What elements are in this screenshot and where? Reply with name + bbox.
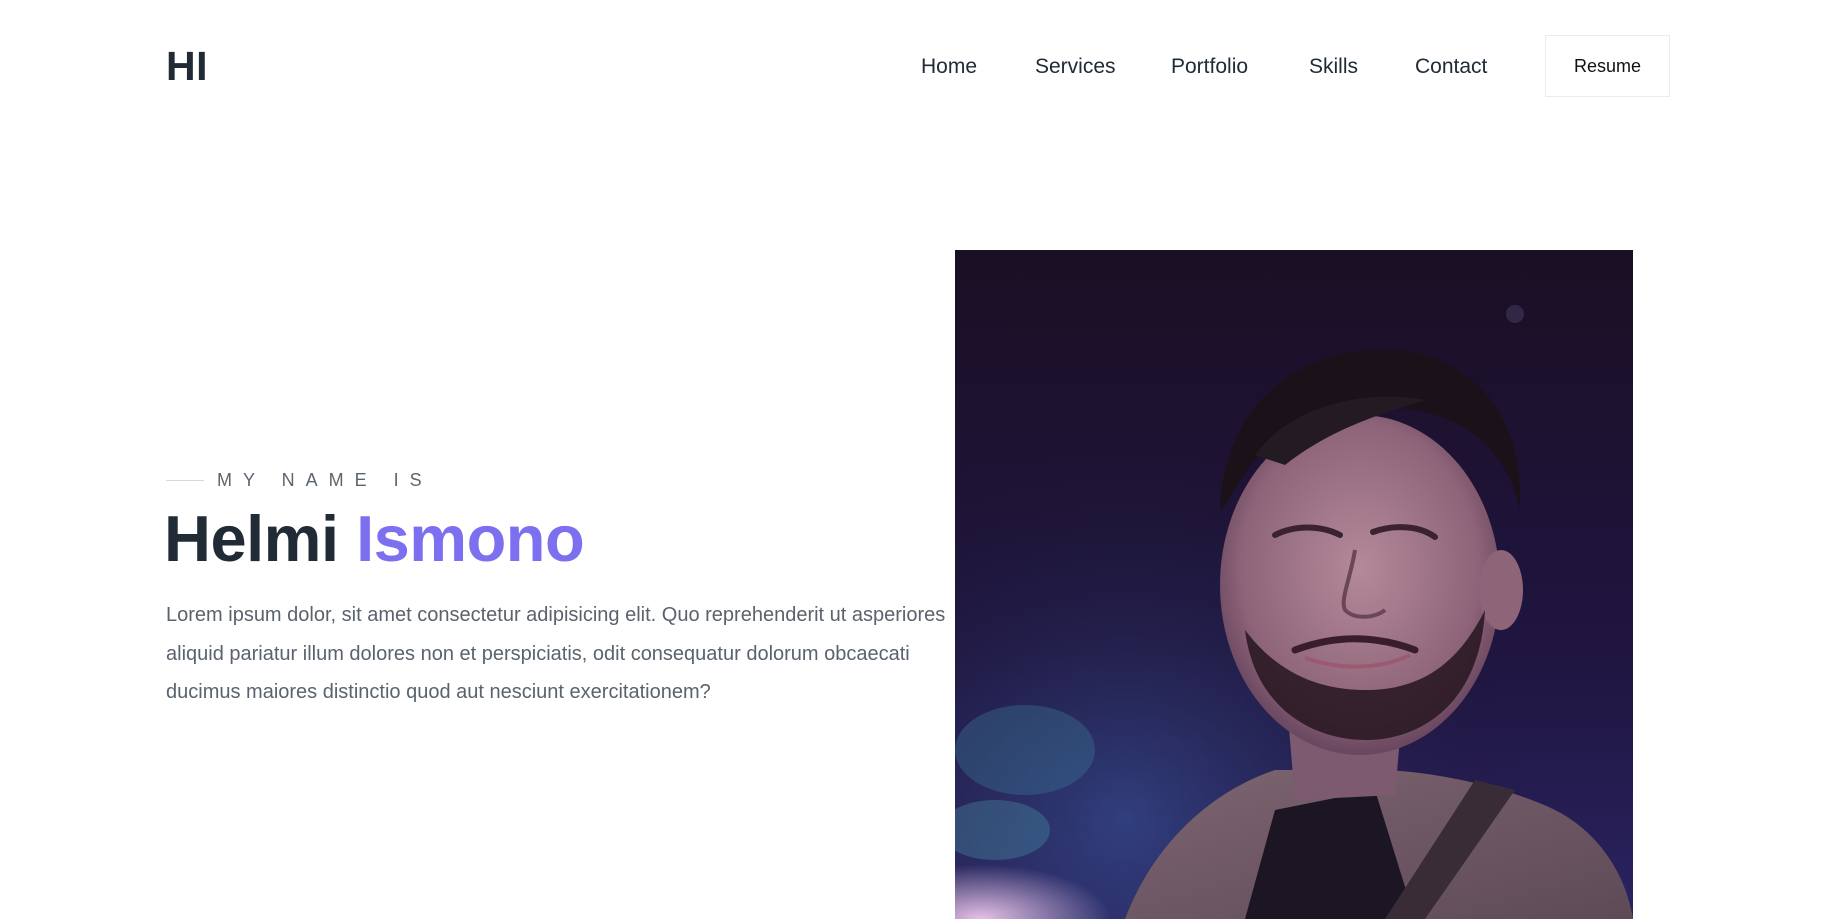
first-name: Helmi xyxy=(164,502,339,575)
hero-name: Helmi Ismono xyxy=(164,502,585,575)
last-name: Ismono xyxy=(356,502,585,575)
eyebrow-divider xyxy=(166,479,204,481)
eyebrow: MY NAME IS xyxy=(166,470,433,490)
site-logo[interactable]: HI xyxy=(166,46,208,87)
nav-item-contact[interactable]: Contact xyxy=(1415,55,1487,79)
page: HI Home Services Portfolio Skills Contac… xyxy=(0,0,1824,919)
profile-photo xyxy=(955,250,1633,919)
eyebrow-text: MY NAME IS xyxy=(217,470,433,490)
profile-photo-illustration xyxy=(955,250,1633,919)
hero-bio: Lorem ipsum dolor, sit amet consectetur … xyxy=(166,604,946,703)
resume-button[interactable]: Resume xyxy=(1545,35,1670,97)
site-header: HI Home Services Portfolio Skills Contac… xyxy=(0,0,1824,132)
nav-item-portfolio[interactable]: Portfolio xyxy=(1171,55,1248,79)
nav-item-home[interactable]: Home xyxy=(921,55,977,79)
nav-item-skills[interactable]: Skills xyxy=(1309,55,1358,79)
nav-item-services[interactable]: Services xyxy=(1035,55,1116,79)
